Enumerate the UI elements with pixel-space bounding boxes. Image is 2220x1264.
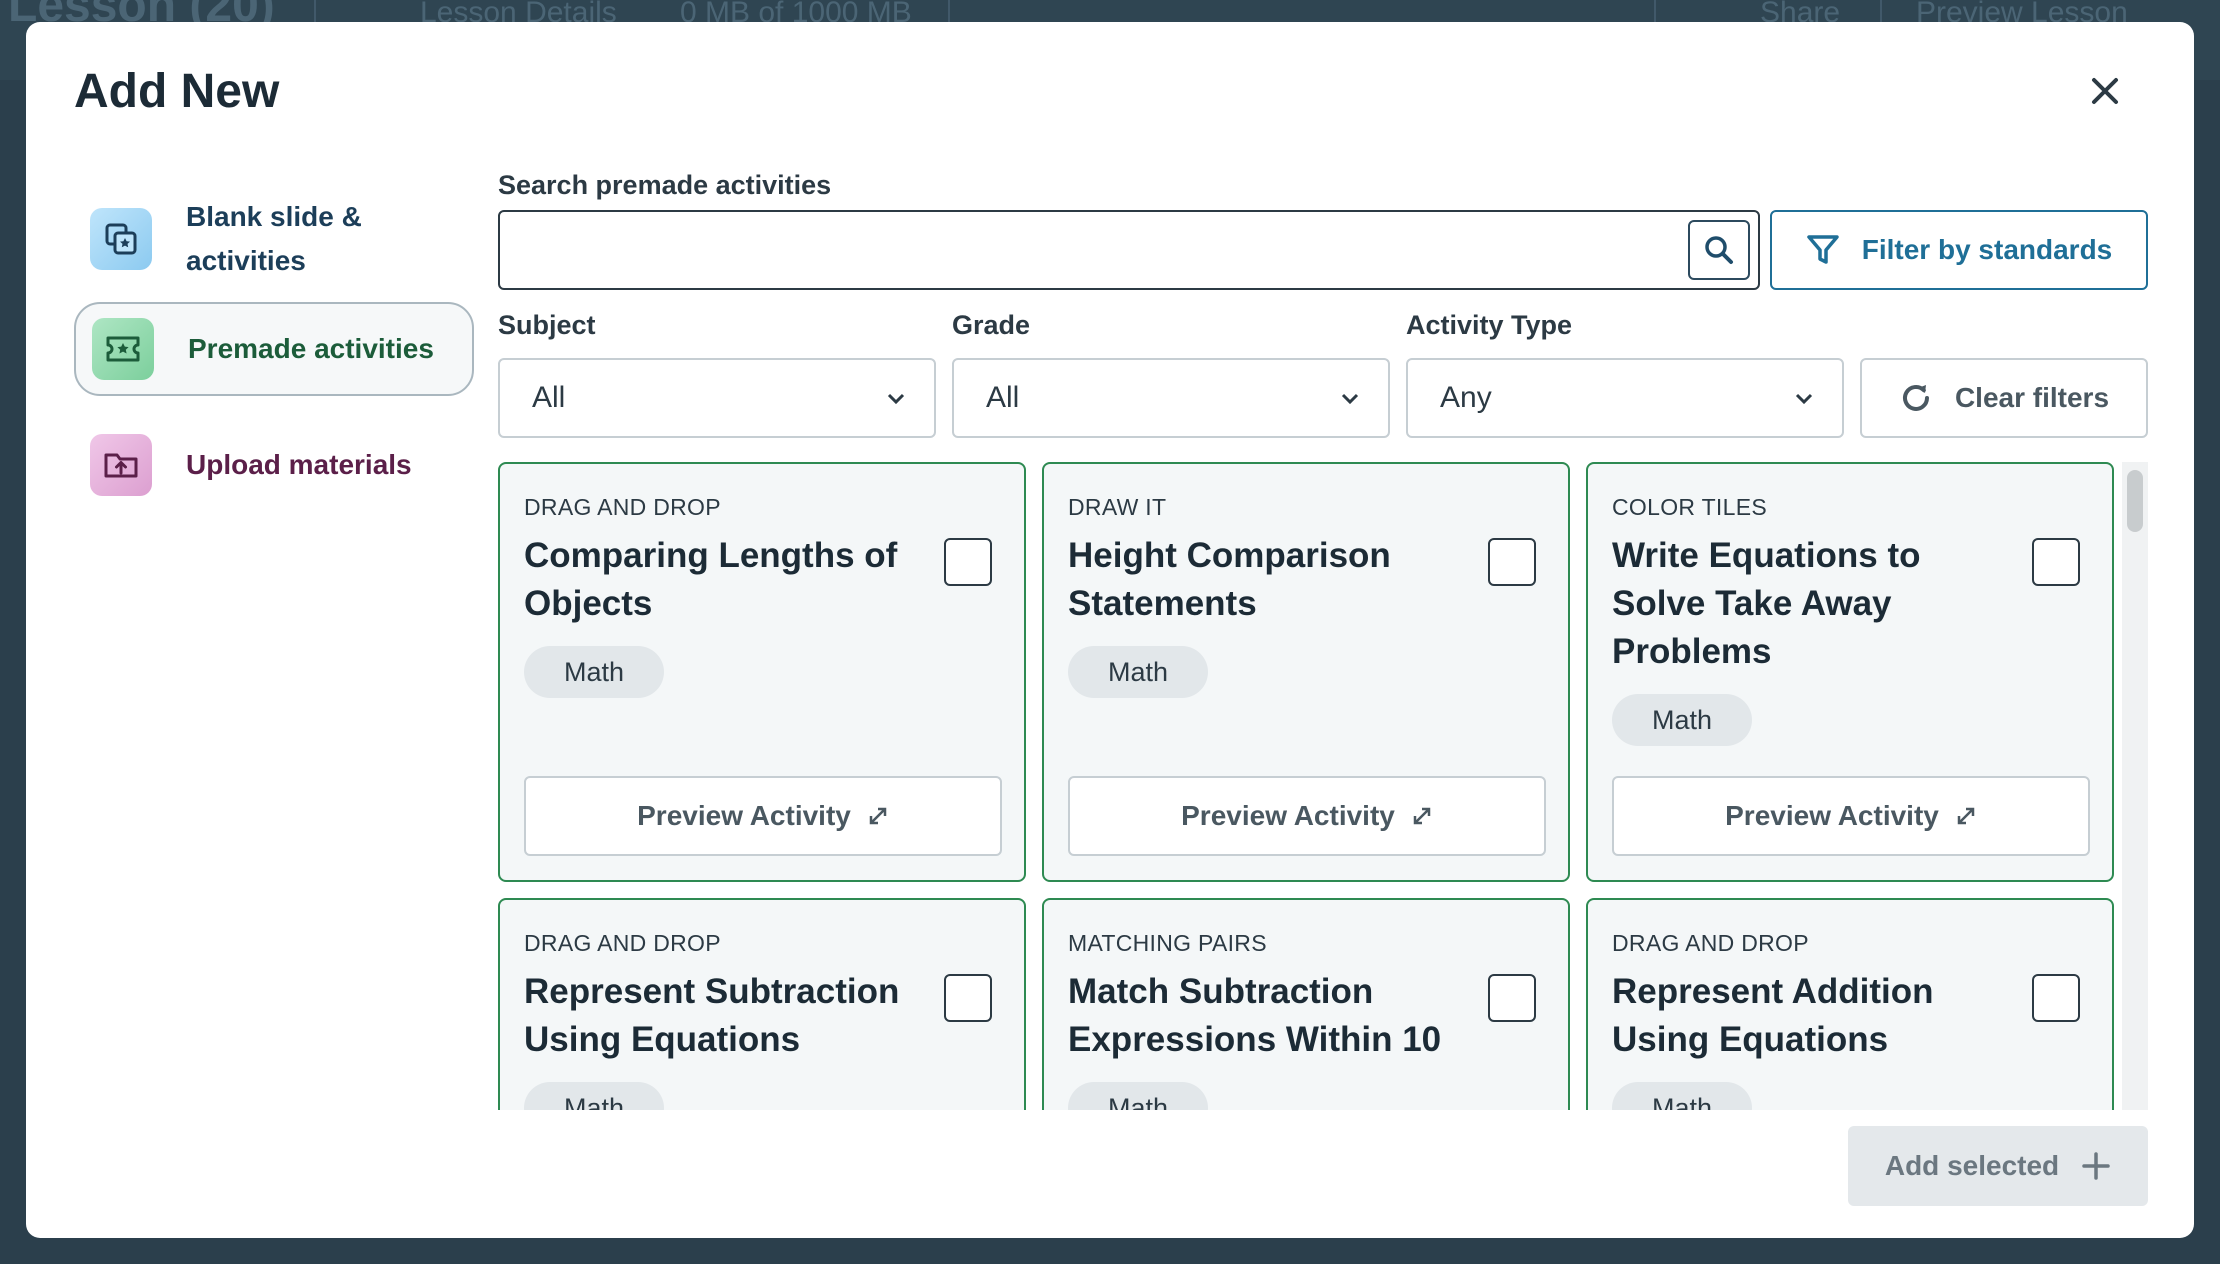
scrollbar-track[interactable] — [2122, 462, 2148, 1110]
search-icon — [1705, 236, 1733, 264]
activity-type: DRAG AND DROP — [524, 494, 721, 520]
nav-item-upload-materials[interactable]: Upload materials — [74, 418, 474, 512]
activity-title: Represent Addition Using Equations — [1612, 972, 1934, 1059]
divider — [1880, 0, 1882, 22]
activity-checkbox[interactable] — [1488, 538, 1536, 586]
activity-type-select[interactable]: Any — [1406, 358, 1844, 438]
grade-select[interactable]: All — [952, 358, 1390, 438]
activity-checkbox[interactable] — [944, 538, 992, 586]
expand-icon — [869, 807, 887, 825]
activity-title: Write Equations to Solve Take Away Probl… — [1612, 536, 1921, 671]
close-icon — [2092, 78, 2118, 104]
scrollbar-thumb[interactable] — [2127, 470, 2143, 532]
activity-type: DRAG AND DROP — [524, 930, 721, 956]
activity-checkbox[interactable] — [2032, 974, 2080, 1022]
subject-value: All — [532, 381, 566, 414]
nav-label-upload-materials: Upload materials — [186, 449, 412, 480]
expand-icon — [1413, 807, 1431, 825]
activity-title: Match Subtraction Expressions Within 10 — [1068, 972, 1442, 1059]
premade-activities-icon — [92, 318, 154, 380]
activity-checkbox[interactable] — [2032, 538, 2080, 586]
activity-checkbox[interactable] — [1488, 974, 1536, 1022]
plus-icon — [2082, 1152, 2110, 1180]
chevron-down-icon — [887, 393, 905, 405]
upload-folder-icon — [90, 434, 152, 496]
chevron-down-icon — [1795, 393, 1813, 405]
preview-activity-label: Preview Activity — [637, 800, 851, 831]
nav-item-blank-slide[interactable]: Blank slide & activities — [74, 192, 474, 286]
activity-grid: DRAG AND DROP Comparing Lengths of Objec… — [498, 462, 2148, 1110]
activity-type-value: Any — [1440, 381, 1492, 414]
search-input[interactable] — [500, 212, 1680, 288]
refresh-icon — [1903, 384, 1929, 411]
nav-item-premade-activities[interactable]: Premade activities — [74, 302, 474, 396]
activity-card: COLOR TILES Write Equations to Solve Tak… — [1586, 462, 2114, 882]
dialog-title: Add New — [74, 65, 280, 118]
subject-tag: Math — [524, 1082, 665, 1110]
grade-label: Grade — [952, 310, 1031, 340]
add-new-dialog: Add New Blank slide & activities Premade… — [26, 22, 2194, 1238]
activity-card: DRAW IT Height Comparison Statements Mat… — [1042, 462, 1570, 882]
nav-label-premade-activities: Premade activities — [188, 333, 434, 364]
subject-tag: Math — [1612, 694, 1753, 746]
activity-card: DRAG AND DROP Comparing Lengths of Objec… — [498, 462, 1026, 882]
activity-title: Height Comparison Statements — [1068, 536, 1391, 623]
activity-checkbox[interactable] — [944, 974, 992, 1022]
preview-activity-button[interactable]: Preview Activity — [1612, 776, 2090, 856]
subject-label: Subject — [498, 310, 596, 340]
search-button[interactable] — [1688, 220, 1750, 280]
expand-icon — [1957, 807, 1975, 825]
preview-activity-label: Preview Activity — [1181, 800, 1395, 831]
blank-slide-icon — [90, 208, 152, 270]
nav-label-blank-slide: Blank slide & activities — [186, 201, 362, 276]
activity-type-label: Activity Type — [1406, 310, 1573, 340]
activity-type: DRAG AND DROP — [1612, 930, 1809, 956]
divider — [314, 0, 316, 22]
filter-by-standards-button[interactable]: Filter by standards — [1770, 210, 2148, 290]
grade-value: All — [986, 381, 1020, 414]
chevron-down-icon — [1341, 393, 1359, 405]
add-selected-label: Add selected — [1884, 1150, 2060, 1181]
filter-by-standards-label: Filter by standards — [1861, 234, 2113, 265]
clear-filters-button[interactable]: Clear filters — [1860, 358, 2148, 438]
divider — [948, 0, 950, 22]
preview-activity-button[interactable]: Preview Activity — [1068, 776, 1546, 856]
subject-tag: Math — [524, 646, 665, 698]
activity-type: DRAW IT — [1068, 494, 1167, 520]
activity-title: Comparing Lengths of Objects — [524, 536, 898, 623]
activity-card: DRAG AND DROP Represent Addition Using E… — [1586, 898, 2114, 1110]
clear-filters-label: Clear filters — [1954, 382, 2110, 413]
subject-tag: Math — [1068, 646, 1209, 698]
activity-card: DRAG AND DROP Represent Subtraction Usin… — [498, 898, 1026, 1110]
add-selected-button[interactable]: Add selected — [1848, 1126, 2148, 1206]
close-button[interactable] — [2082, 68, 2128, 114]
search-label: Search premade activities — [498, 170, 832, 200]
activity-title: Represent Subtraction Using Equations — [524, 972, 900, 1059]
preview-activity-label: Preview Activity — [1725, 800, 1939, 831]
activity-card: MATCHING PAIRS Match Subtraction Express… — [1042, 898, 1570, 1110]
search-box — [498, 210, 1760, 290]
subject-tag: Math — [1612, 1082, 1753, 1110]
activity-type: COLOR TILES — [1612, 494, 1767, 520]
subject-tag: Math — [1068, 1082, 1209, 1110]
activity-type: MATCHING PAIRS — [1068, 930, 1267, 956]
divider — [1654, 0, 1656, 22]
preview-activity-button[interactable]: Preview Activity — [524, 776, 1002, 856]
filter-icon — [1806, 235, 1839, 264]
subject-select[interactable]: All — [498, 358, 936, 438]
